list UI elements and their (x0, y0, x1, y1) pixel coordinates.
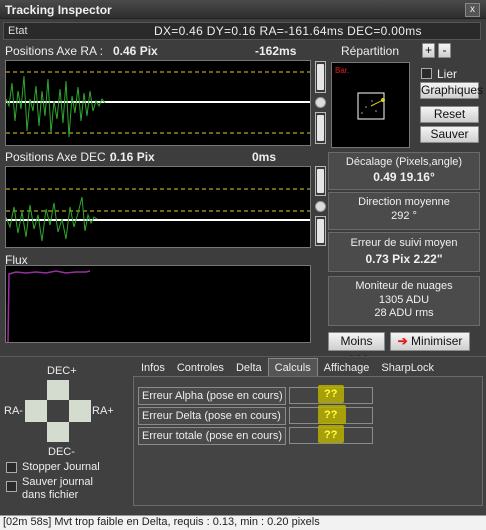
window-title: Tracking Inspector (5, 3, 112, 17)
ra-lower-slider[interactable] (315, 112, 326, 144)
ra-upper-slider[interactable] (315, 61, 326, 93)
direction-panel: Direction moyenne 292 ° (328, 192, 480, 230)
repartition-label: Répartition (341, 44, 400, 58)
tab-calculs[interactable]: Calculs (267, 358, 318, 376)
moins-button[interactable]: Moins <<< (328, 332, 385, 365)
tab-bar: Infos Controles Delta Calculs Affichage Sharp… (135, 358, 440, 376)
ra-trace (6, 75, 106, 138)
status-line: Etat DX=0.46 DY=0.16 RA=-161.64ms DEC=0.… (3, 22, 481, 40)
repartition-plot: Bar. (331, 62, 410, 148)
erreur-panel: Erreur de suivi moyen 0.73 Pix 2.22" (328, 232, 480, 272)
arrow-right-icon: ➔ (397, 334, 408, 348)
lier-label: Lier (437, 67, 458, 81)
dec-plot (5, 166, 311, 248)
title-bar: Tracking Inspector x (0, 0, 486, 19)
nuages-panel: Moniteur de nuages 1305 ADU 28 ADU rms (328, 276, 480, 326)
stopper-journal-label: Stopper Journal (22, 461, 100, 473)
direction-value: 292 ° (391, 210, 417, 222)
decalage-title: Décalage (Pixels,angle) (345, 156, 463, 168)
pad-up-button[interactable] (47, 380, 69, 400)
dec-pix-value: 0.16 Pix (110, 150, 155, 164)
tab-affichage[interactable]: Affichage (318, 359, 376, 376)
tab-infos[interactable]: Infos (135, 359, 171, 376)
ra-plot (5, 60, 311, 146)
sauver-journal-checkbox[interactable] (6, 481, 17, 492)
pad-ra-plus-label: RA+ (92, 405, 114, 417)
nuages-adu: 1305 ADU (378, 294, 430, 306)
lier-checkbox[interactable] (421, 68, 432, 79)
nuages-title: Moniteur de nuages (355, 280, 453, 292)
dec-lower-slider[interactable] (315, 216, 326, 246)
erreur-title: Erreur de suivi moyen (350, 237, 458, 249)
dec-label: Positions Axe DEC : (5, 150, 113, 164)
calc-totale-label: Erreur totale (pose en cours) (138, 427, 286, 445)
calc-delta-value: ?? (324, 409, 338, 421)
sauver-journal-label-1: Sauver journal (22, 476, 93, 488)
pad-down-button[interactable] (47, 422, 69, 442)
calc-alpha-value: ?? (324, 388, 338, 400)
erreur-value: 0.73 Pix 2.22" (365, 252, 443, 266)
status-label: Etat (8, 25, 28, 37)
graphiques-button[interactable]: Graphiques (420, 82, 483, 99)
pad-left-button[interactable] (25, 400, 47, 422)
tab-sharplock[interactable]: SharpLock (375, 359, 440, 376)
stopper-journal-checkbox[interactable] (6, 462, 17, 473)
calc-alpha-label: Erreur Alpha (pose en cours) (138, 387, 286, 405)
direction-title: Direction moyenne (358, 196, 450, 208)
nuages-rms: 28 ADU rms (374, 307, 434, 319)
flux-plot (5, 265, 311, 343)
dec-ms-value: 0ms (252, 150, 277, 164)
minimiser-button[interactable]: ➔ Minimiser (390, 332, 470, 351)
ra-label: Positions Axe RA : (5, 44, 104, 58)
zoom-in-button[interactable]: + (422, 43, 435, 58)
log-line: [02m 58s] Mvt trop faible en Delta, requ… (0, 515, 486, 530)
sauver-journal-label-2: dans fichier (22, 489, 79, 501)
tab-delta[interactable]: Delta (230, 359, 268, 376)
ra-center-knob[interactable] (315, 97, 326, 108)
sauver-button[interactable]: Sauver (420, 126, 479, 143)
zoom-out-button[interactable]: - (438, 43, 451, 58)
calc-delta-label: Erreur Delta (pose en cours) (138, 407, 286, 425)
pad-right-button[interactable] (69, 400, 91, 422)
pad-ra-minus-label: RA- (4, 405, 23, 417)
ra-ms-value: -162ms (255, 44, 297, 58)
pad-dec-plus-label: DEC+ (47, 365, 77, 377)
flux-trace (7, 270, 91, 342)
pad-dec-minus-label: DEC- (48, 446, 75, 458)
decalage-value: 0.49 19.16° (373, 170, 435, 184)
calc-totale-value: ?? (324, 429, 338, 441)
reset-button[interactable]: Reset (420, 106, 479, 123)
decalage-panel: Décalage (Pixels,angle) 0.49 19.16° (328, 152, 480, 190)
dec-center-knob[interactable] (315, 201, 326, 212)
tab-controles[interactable]: Controles (171, 359, 230, 376)
minimiser-label: Minimiser (411, 334, 463, 348)
close-button[interactable]: x (465, 3, 480, 17)
dec-upper-slider[interactable] (315, 166, 326, 196)
status-value: DX=0.46 DY=0.16 RA=-161.64ms DEC=0.00ms (154, 24, 422, 38)
ra-pix-value: 0.46 Pix (113, 44, 158, 58)
